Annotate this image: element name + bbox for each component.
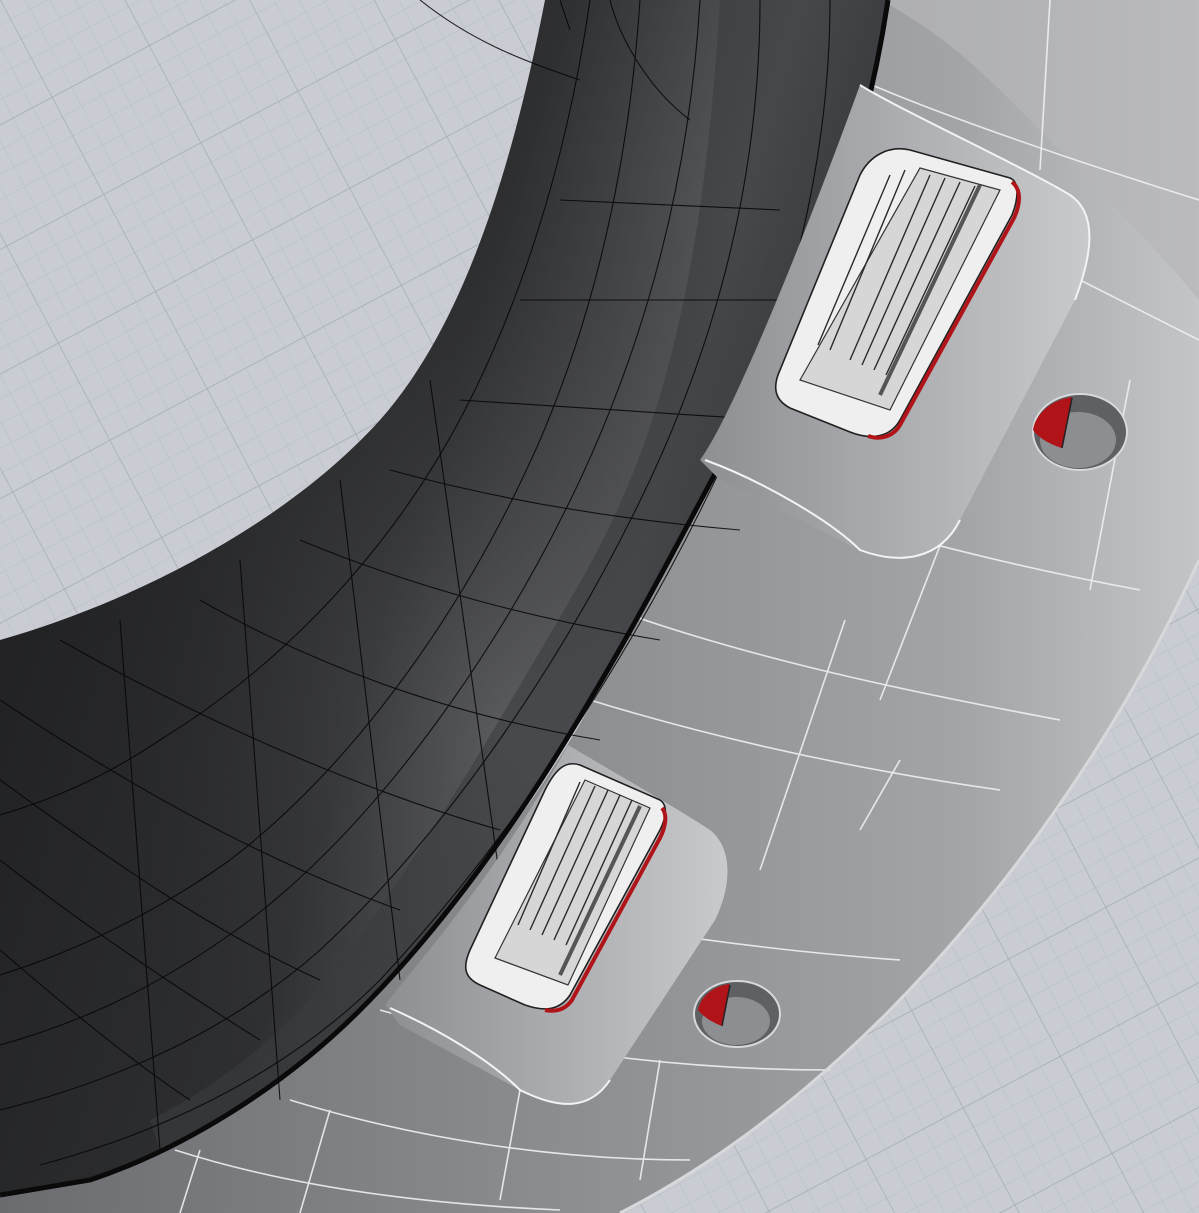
screw-hole-icon[interactable] — [1032, 393, 1128, 471]
screw-hole-icon[interactable] — [693, 980, 781, 1048]
cad-viewport[interactable] — [0, 0, 1199, 1213]
